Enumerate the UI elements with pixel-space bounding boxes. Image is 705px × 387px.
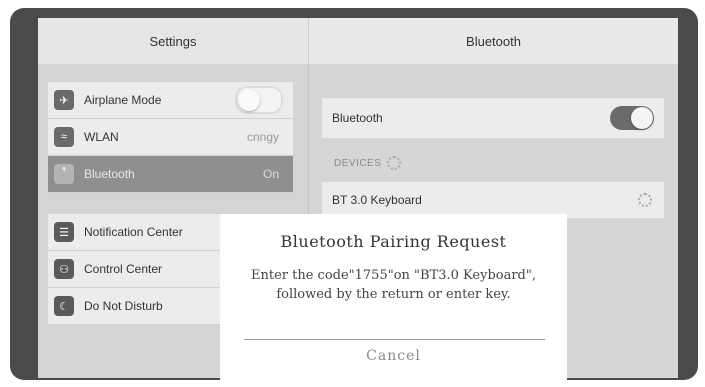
device-row[interactable]: BT 3.0 Keyboard — [322, 182, 664, 218]
settings-header: Settings — [38, 18, 309, 64]
devices-header-label: DEVICES — [334, 157, 382, 169]
sidebar-item-wlan[interactable]: ≈ WLAN cnngy — [48, 119, 293, 156]
bluetooth-toggle[interactable] — [610, 106, 654, 130]
sidebar-item-airplane-mode[interactable]: ✈ Airplane Mode — [48, 82, 293, 119]
dialog-title: Bluetooth Pairing Request — [280, 232, 507, 251]
airplane-mode-toggle[interactable] — [235, 86, 283, 114]
searching-spinner-icon — [387, 156, 402, 170]
wifi-icon: ≈ — [54, 127, 74, 147]
dialog-divider — [244, 339, 545, 340]
notification-icon: ☰ — [54, 222, 74, 242]
sidebar-item-label: Airplane Mode — [84, 93, 162, 107]
sidebar-item-label: Bluetooth — [84, 167, 135, 181]
devices-section-header: DEVICES — [334, 156, 402, 170]
bluetooth-header: Bluetooth — [309, 18, 678, 64]
bluetooth-icon: ꜛ — [54, 164, 74, 184]
airplane-icon: ✈ — [54, 90, 74, 110]
bluetooth-toggle-row[interactable]: Bluetooth — [322, 98, 664, 138]
control-center-icon: ⚇ — [54, 259, 74, 279]
sidebar-item-bluetooth[interactable]: ꜛ Bluetooth On — [48, 156, 293, 193]
wlan-network-value: cnngy — [246, 130, 279, 144]
pairing-request-dialog: Bluetooth Pairing Request Enter the code… — [220, 214, 567, 380]
dialog-message: Enter the code"1755"on "BT3.0 Keyboard",… — [250, 268, 536, 302]
settings-title: Settings — [149, 33, 197, 49]
bluetooth-label: Bluetooth — [332, 111, 383, 125]
bluetooth-title: Bluetooth — [466, 33, 521, 49]
device-name: BT 3.0 Keyboard — [332, 193, 422, 207]
moon-icon: ☾ — [54, 296, 74, 316]
bluetooth-status-value: On — [262, 167, 279, 181]
connecting-spinner-icon — [638, 193, 652, 207]
sidebar-item-label: WLAN — [84, 130, 119, 144]
cancel-button[interactable]: Cancel — [220, 348, 567, 364]
